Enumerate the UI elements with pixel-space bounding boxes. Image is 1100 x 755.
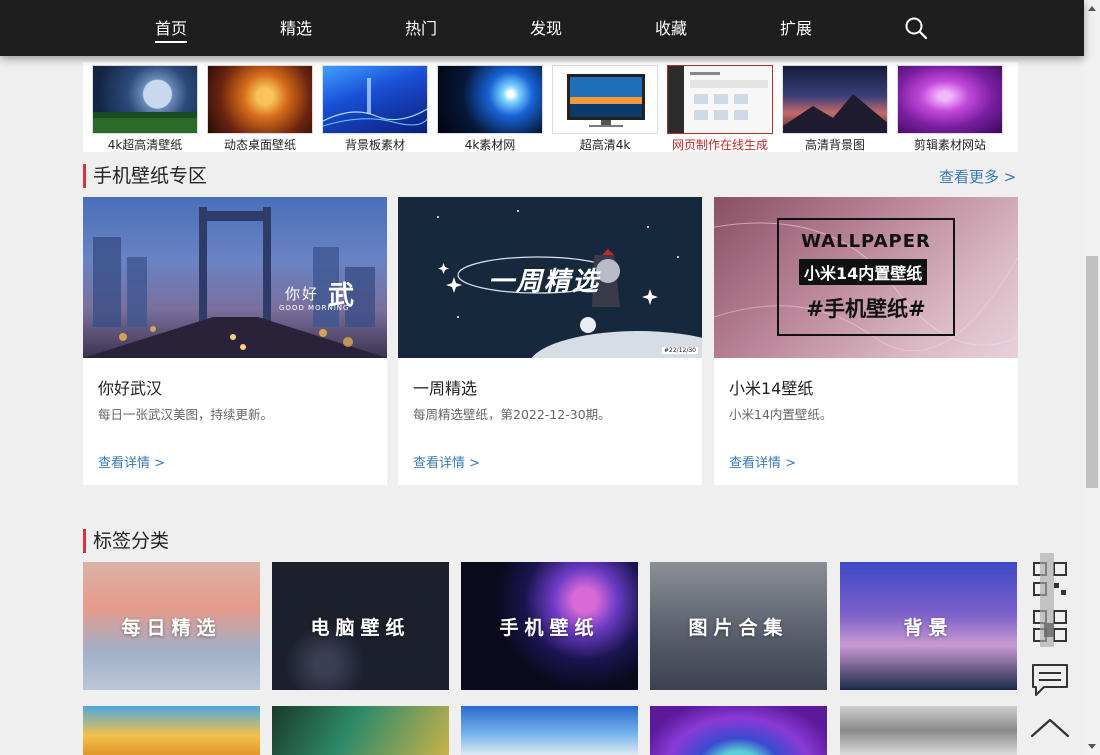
strip-thumbnail	[322, 65, 428, 134]
thumbnail-strip: 4k超高清壁纸 动态桌面壁纸 背景板素材 4k素材网 超高清4k 网页制作在线生…	[83, 62, 1018, 152]
strip-thumbnail	[552, 65, 658, 134]
strip-item[interactable]: 网页制作在线生成	[666, 65, 774, 153]
tag-tile[interactable]: 背景	[840, 562, 1017, 690]
nav-discover[interactable]: 发现	[516, 0, 576, 56]
strip-label: 网页制作在线生成	[671, 138, 768, 152]
strip-thumbnail	[92, 65, 198, 134]
strip-thumbnail	[207, 65, 313, 134]
page-scrollbar[interactable]	[1084, 0, 1100, 755]
tag-tile[interactable]	[272, 706, 449, 755]
tag-tile[interactable]	[83, 706, 260, 755]
strip-label: 超高清4k	[579, 138, 631, 152]
tag-tile[interactable]: 手机壁纸	[461, 562, 638, 690]
strip-thumbnail	[437, 65, 543, 134]
card-image-hashtag: #手机壁纸#	[806, 297, 926, 321]
card-image-text: WALLPAPER	[801, 231, 931, 252]
card-image: 一周精选 #22/12/30	[398, 197, 702, 358]
strip-label: 高清背景图	[804, 138, 865, 152]
tag-tile[interactable]: 电脑壁纸	[272, 562, 449, 690]
scroll-up-arrow[interactable]	[1088, 6, 1096, 11]
card-title: 你好武汉	[98, 379, 163, 398]
strip-item[interactable]: 4k素材网	[436, 65, 544, 153]
qr-code-icon[interactable]	[1028, 553, 1072, 649]
card-image: WALLPAPER 小米14内置壁纸 #手机壁纸#	[714, 197, 1018, 358]
strip-item[interactable]: 4k超高清壁纸	[91, 65, 199, 153]
card-image-text: 你好	[285, 285, 320, 303]
wallpaper-card[interactable]: 你好 GOOD MORNING 武 你好武汉 每日一张武汉美图，持续更新。 查看…	[83, 197, 387, 485]
tag-label: 手机壁纸	[499, 616, 600, 639]
card-detail-link[interactable]: 查看详情 >	[98, 452, 165, 471]
view-more-link[interactable]: 查看更多 >	[939, 166, 1016, 187]
strip-label: 动态桌面壁纸	[223, 138, 296, 152]
section-title-mobile: 手机壁纸专区	[83, 164, 207, 188]
card-detail-link[interactable]: 查看详情 >	[413, 452, 480, 471]
card-description: 每周精选壁纸，第2022-12-30期。	[413, 407, 611, 422]
nav-home[interactable]: 首页	[141, 0, 201, 56]
back-to-top-icon[interactable]	[1028, 712, 1072, 744]
strip-thumbnail	[667, 65, 773, 134]
top-navigation: 首页 精选 热门 发现 收藏 扩展	[0, 0, 1084, 56]
tag-label: 每日精选	[121, 616, 222, 639]
card-title: 小米14壁纸	[729, 379, 814, 398]
strip-item[interactable]: 高清背景图	[781, 65, 889, 153]
card-description: 小米14内置壁纸。	[729, 407, 833, 422]
strip-item[interactable]: 超高清4k	[551, 65, 659, 153]
section-title-tags: 标签分类	[83, 529, 169, 553]
tag-tile[interactable]	[461, 706, 638, 755]
card-image-calligraphy: 武	[328, 281, 355, 311]
tag-tile[interactable]: 图片合集	[650, 562, 827, 690]
card-image-text: 一周精选	[488, 267, 601, 297]
nav-home-label: 首页	[154, 19, 187, 43]
strip-label: 4k素材网	[464, 138, 516, 152]
card-image: 你好 GOOD MORNING 武	[83, 197, 387, 358]
strip-thumbnail	[782, 65, 888, 134]
nav-hot[interactable]: 热门	[391, 0, 451, 56]
card-image-subtext: #22/12/30	[662, 347, 698, 354]
search-icon[interactable]	[904, 16, 928, 40]
strip-item[interactable]: 动态桌面壁纸	[206, 65, 314, 153]
tag-tile[interactable]: 每日精选	[83, 562, 260, 690]
comment-icon[interactable]	[1028, 660, 1072, 700]
card-detail-link[interactable]: 查看详情 >	[729, 452, 796, 471]
nav-featured[interactable]: 精选	[266, 0, 326, 56]
tag-label: 电脑壁纸	[310, 616, 411, 639]
nav-favorites[interactable]: 收藏	[641, 0, 701, 56]
tag-tile[interactable]	[840, 706, 1017, 755]
nav-extensions[interactable]: 扩展	[766, 0, 826, 56]
wallpaper-card[interactable]: WALLPAPER 小米14内置壁纸 #手机壁纸# 小米14壁纸 小米14内置壁…	[714, 197, 1018, 485]
card-title: 一周精选	[413, 379, 478, 398]
tag-tile[interactable]	[650, 706, 827, 755]
strip-item[interactable]: 剪辑素材网站	[896, 65, 1004, 153]
wallpaper-card[interactable]: 一周精选 #22/12/30 一周精选 每周精选壁纸，第2022-12-30期。…	[398, 197, 702, 485]
strip-label: 4k超高清壁纸	[107, 138, 183, 152]
scroll-down-arrow[interactable]	[1088, 744, 1096, 749]
strip-label: 剪辑素材网站	[913, 138, 986, 152]
card-description: 每日一张武汉美图，持续更新。	[98, 407, 274, 422]
strip-label: 背景板素材	[344, 138, 405, 152]
tag-label: 背景	[903, 616, 954, 639]
strip-item[interactable]: 背景板素材	[321, 65, 429, 153]
strip-thumbnail	[897, 65, 1003, 134]
tag-label: 图片合集	[688, 616, 789, 639]
scroll-thumb[interactable]	[1086, 256, 1098, 488]
card-image-subtext: 小米14内置壁纸	[799, 259, 928, 285]
